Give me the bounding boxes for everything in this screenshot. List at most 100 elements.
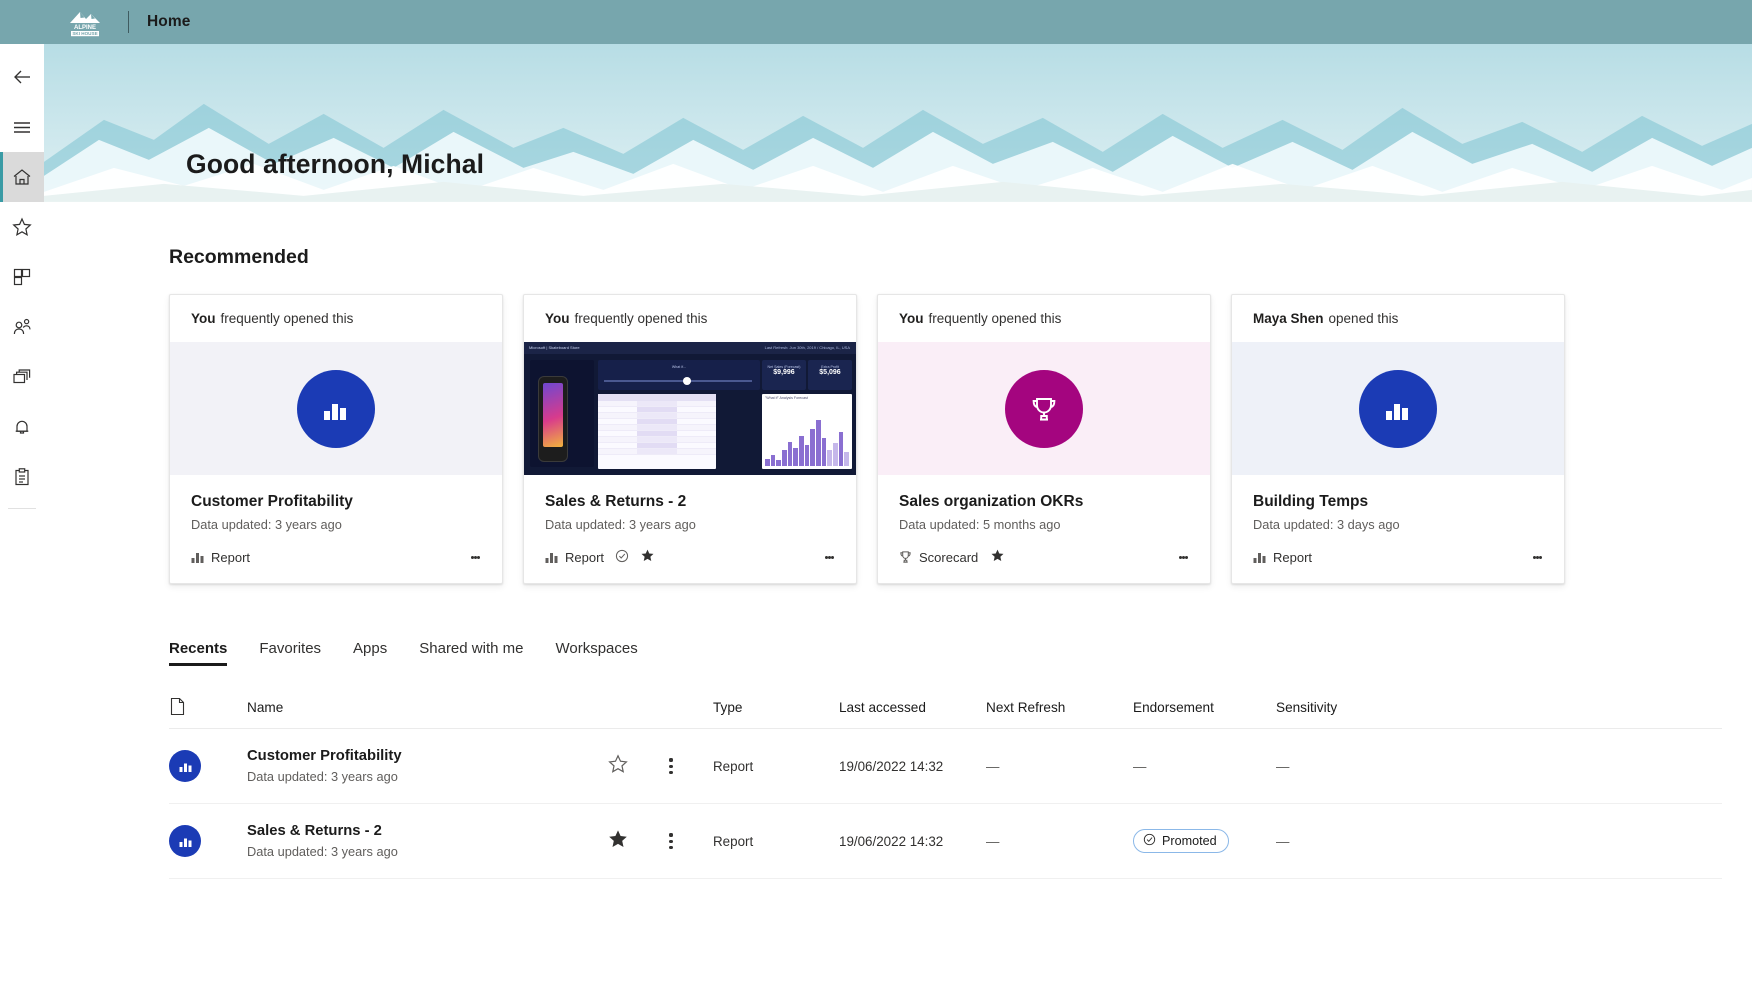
column-header-sensitivity[interactable]: Sensitivity	[1276, 700, 1416, 715]
card-type-label: Report	[565, 549, 605, 565]
report-avatar	[169, 750, 201, 783]
page-title: Home	[147, 13, 191, 30]
back-button[interactable]	[0, 52, 44, 102]
row-more-options-button[interactable]	[659, 828, 683, 854]
card-thumbnail	[878, 342, 1210, 475]
content-tabs: Recents Favorites Apps Shared with me Wo…	[169, 640, 1752, 667]
preview-phone-mock	[538, 376, 568, 462]
report-avatar	[297, 369, 375, 448]
row-sensitivity: —	[1276, 758, 1290, 774]
column-header-icon[interactable]	[169, 697, 247, 719]
row-next-refresh: —	[986, 833, 1000, 849]
card-activity-line: You frequently opened this	[524, 295, 856, 342]
row-name-cell[interactable]: Customer Profitability Data updated: 3 y…	[247, 748, 607, 784]
table-row[interactable]: Sales & Returns - 2 Data updated: 3 year…	[169, 804, 1722, 880]
tab-favorites[interactable]: Favorites	[259, 640, 321, 666]
card-more-options-button[interactable]	[462, 544, 488, 570]
column-header-type[interactable]: Type	[713, 700, 839, 715]
card-footer: Report	[524, 532, 856, 583]
favorite-star-icon[interactable]	[990, 548, 1005, 566]
app-body: Good afternoon, Michal Recommended You f…	[0, 44, 1752, 990]
card-action: frequently opened this	[220, 311, 354, 326]
recommended-card[interactable]: Maya Shen opened this Building Temps Dat…	[1231, 294, 1565, 585]
main-region: Recommended You frequently opened this C…	[44, 202, 1752, 990]
card-actor: You	[191, 311, 216, 326]
favorite-star-icon[interactable]	[607, 828, 629, 855]
tab-shared-with-me[interactable]: Shared with me	[419, 640, 523, 666]
recommended-cards: You frequently opened this Customer Prof…	[169, 294, 1752, 585]
promoted-check-icon	[1143, 833, 1156, 849]
card-title: Building Temps	[1253, 493, 1369, 510]
table-row[interactable]: Customer Profitability Data updated: 3 y…	[169, 729, 1722, 805]
preview-kpi-value: $9,996	[773, 369, 795, 376]
card-more-options-button[interactable]	[1524, 544, 1550, 570]
card-subtitle: Data updated: 3 days ago	[1253, 517, 1400, 533]
preview-app-label: Microsoft | Skateboard Store	[529, 344, 580, 350]
column-header-endorsement[interactable]: Endorsement	[1133, 700, 1276, 715]
column-header-last-accessed[interactable]: Last accessed	[839, 700, 986, 715]
tab-apps[interactable]: Apps	[353, 640, 387, 666]
sidebar-item-home[interactable]	[0, 152, 44, 202]
sidebar-item-favorites[interactable]	[0, 202, 44, 252]
card-footer: Report	[1232, 532, 1564, 583]
recommended-card[interactable]: You frequently opened this	[169, 294, 503, 585]
preview-kpi-card: Net Sales (Forecast) $9,996	[762, 360, 806, 390]
row-type: Report	[713, 833, 754, 849]
sidebar-item-shared-with-me[interactable]	[0, 302, 44, 352]
column-header-name[interactable]: Name	[247, 700, 607, 715]
hero-banner: Good afternoon, Michal	[44, 44, 1752, 202]
row-actions-cell	[659, 828, 713, 854]
status-badge: Promoted	[1133, 829, 1229, 854]
preview-slider-track	[604, 380, 752, 382]
card-action: frequently opened this	[574, 311, 708, 326]
sidebar-item-apps[interactable]	[0, 252, 44, 302]
greeting-text: Good afternoon, Michal	[186, 149, 485, 179]
recommended-card[interactable]: You frequently opened this	[877, 294, 1211, 585]
row-name-cell[interactable]: Sales & Returns - 2 Data updated: 3 year…	[247, 823, 607, 859]
clipboard-icon	[11, 466, 33, 488]
card-more-options-button[interactable]	[816, 544, 842, 570]
favorite-star-icon[interactable]	[607, 753, 629, 780]
preview-filter-panel: What if...	[598, 360, 760, 390]
bar-chart-icon	[191, 552, 204, 563]
scorecard-avatar	[1005, 369, 1083, 448]
rail-divider	[8, 508, 36, 509]
hamburger-menu-icon	[11, 116, 33, 138]
nav-menu-button[interactable]	[0, 102, 44, 152]
preview-filter-title: What if...	[671, 365, 687, 369]
bar-chart-icon	[1386, 403, 1408, 420]
trophy-icon	[1032, 397, 1056, 421]
report-avatar	[169, 825, 201, 858]
column-header-next-refresh[interactable]: Next Refresh	[986, 700, 1133, 715]
card-subtitle: Data updated: 3 years ago	[191, 517, 342, 533]
bar-chart-icon	[1253, 552, 1266, 563]
sidebar-item-metrics[interactable]	[0, 452, 44, 502]
recommended-card[interactable]: You frequently opened this Microsoft | S…	[523, 294, 857, 585]
card-body: Sales & Returns - 2 Data updated: 3 year…	[524, 475, 856, 532]
tab-recents[interactable]: Recents	[169, 640, 228, 667]
back-arrow-icon	[11, 66, 33, 88]
sidebar-item-workspaces[interactable]	[0, 352, 44, 402]
home-icon	[11, 166, 33, 188]
row-sensitivity: —	[1276, 833, 1290, 849]
card-more-options-button[interactable]	[1170, 544, 1196, 570]
favorite-star-icon[interactable]	[640, 548, 655, 566]
row-subtitle: Data updated: 3 years ago	[247, 844, 398, 860]
alpine-ski-house-logo[interactable]: ALPINE SKI HOUSE	[66, 7, 112, 37]
report-preview-image: Microsoft | Skateboard Store Last Refres…	[524, 342, 856, 475]
row-more-options-button[interactable]	[659, 753, 683, 779]
tab-workspaces[interactable]: Workspaces	[555, 640, 637, 666]
row-name: Customer Profitability	[247, 748, 402, 765]
card-footer: Report	[170, 532, 502, 583]
bar-chart-icon	[179, 838, 191, 847]
row-endorsement: Promoted	[1133, 829, 1276, 854]
workspaces-stack-icon	[11, 366, 33, 388]
card-title: Sales & Returns - 2	[545, 493, 687, 510]
card-activity-line: You frequently opened this	[170, 295, 502, 342]
sidebar-item-notifications[interactable]	[0, 402, 44, 452]
row-subtitle: Data updated: 3 years ago	[247, 769, 398, 785]
card-thumbnail	[170, 342, 502, 475]
top-bar: ALPINE SKI HOUSE Home	[0, 0, 1752, 44]
card-type-label: Report	[211, 549, 251, 565]
people-icon	[11, 316, 33, 338]
